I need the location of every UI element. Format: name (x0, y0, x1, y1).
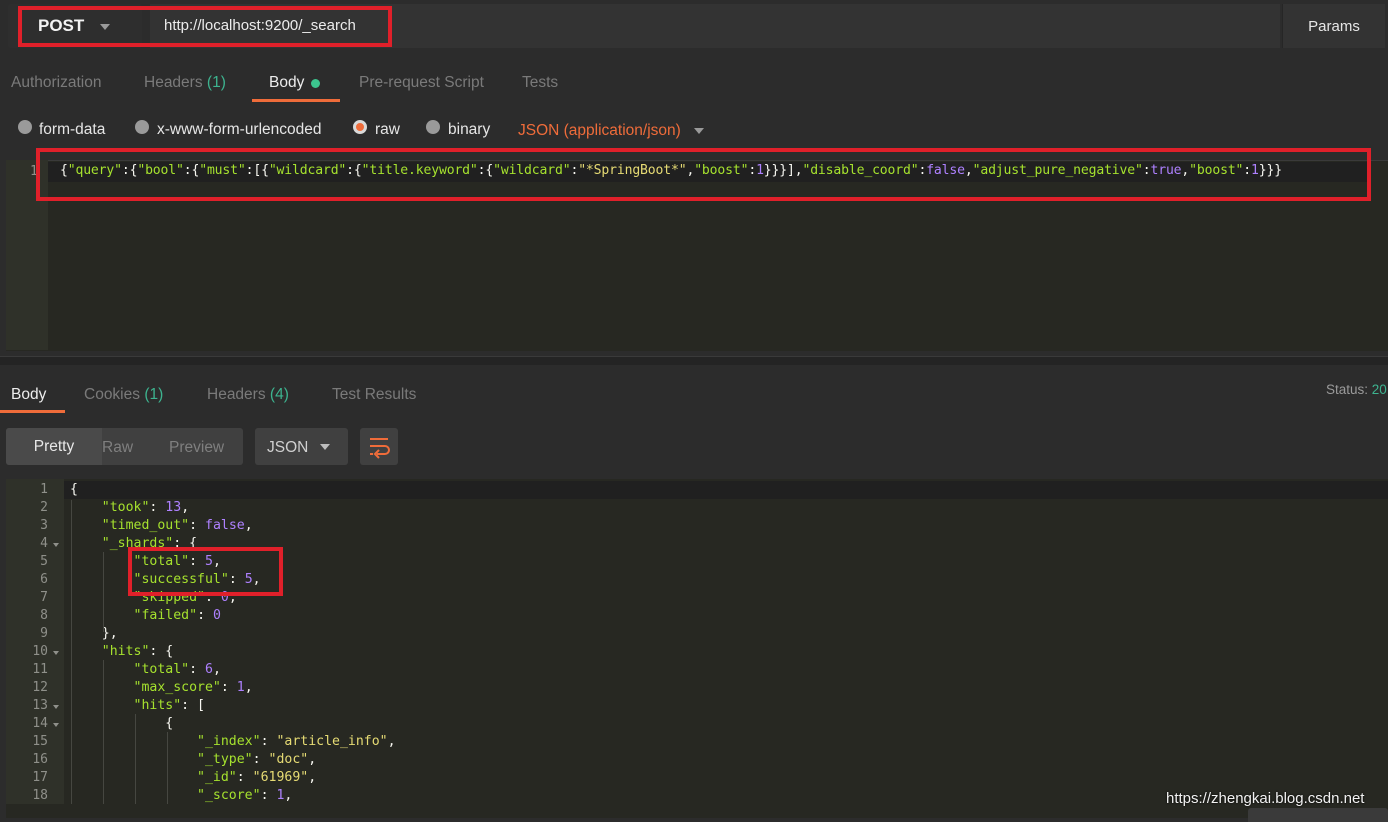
wrap-lines-button[interactable] (360, 428, 398, 465)
radio-label-raw: raw (375, 121, 400, 138)
line-number: 4 (40, 536, 48, 551)
line-number: 16 (32, 752, 48, 767)
line-number: 12 (32, 680, 48, 695)
view-preview-button[interactable]: Preview (169, 439, 224, 457)
response-tab-cookies[interactable]: Cookies (1) (84, 386, 163, 404)
tab-label: Test Results (332, 386, 417, 403)
line-number: 17 (32, 770, 48, 785)
code-line: "hits": { (101, 644, 174, 659)
code-line: "_id": "61969", (197, 770, 317, 785)
tab-headers[interactable]: Headers (1) (144, 74, 226, 92)
radio-label-binary: binary (448, 121, 491, 138)
tab-tests[interactable]: Tests (522, 74, 558, 92)
line-number: 3 (40, 518, 48, 533)
tab-authorization[interactable]: Authorization (11, 74, 101, 92)
fold-toggle-icon[interactable] (53, 705, 59, 709)
line-number: 11 (32, 662, 48, 677)
status-indicator: Status: 20 (1326, 382, 1387, 397)
code-line: "hits": [ (133, 698, 205, 713)
code-line: { (70, 482, 78, 497)
body-indicator-dot-icon (311, 79, 320, 88)
tab-label: Body (11, 386, 47, 403)
radio-binary[interactable] (426, 120, 440, 134)
indent-guide (103, 552, 104, 632)
format-label: JSON (267, 439, 309, 456)
response-tab-headers[interactable]: Headers (4) (207, 386, 289, 404)
line-number: 15 (32, 734, 48, 749)
radio-raw[interactable] (353, 120, 367, 134)
tab-label: Headers (144, 74, 203, 91)
line-number: 18 (32, 788, 48, 803)
line-number: 2 (40, 500, 48, 515)
status-value: 20 (1371, 382, 1387, 397)
tab-label: Pre-request Script (359, 74, 484, 91)
line-number: 7 (40, 590, 48, 605)
status-label: Status: (1326, 382, 1369, 397)
view-raw-button[interactable]: Raw (102, 439, 133, 457)
line-number: 13 (32, 698, 48, 713)
response-tab-test-results[interactable]: Test Results (332, 386, 416, 404)
watermark: https://zhengkai.blog.csdn.net (1166, 790, 1365, 807)
tab-label: Cookies (84, 386, 140, 403)
code-line: "took": 13, (101, 500, 190, 515)
tab-label: Authorization (11, 74, 102, 91)
active-tab-underline (0, 410, 65, 413)
wrap-lines-icon (370, 438, 390, 459)
tab-pre-request-script[interactable]: Pre-request Script (359, 74, 484, 92)
response-tab-body[interactable]: Body (11, 386, 46, 404)
code-line: "_type": "doc", (197, 752, 317, 767)
tab-label: Body (269, 74, 305, 91)
code-line: "max_score": 1, (133, 680, 253, 695)
active-tab-underline (252, 99, 340, 102)
annotation-box-url (18, 6, 392, 47)
chevron-down-icon[interactable] (694, 128, 704, 134)
line-number: 8 (40, 608, 48, 623)
line-number: 9 (40, 626, 48, 641)
code-line: { (70, 716, 174, 731)
tab-count: (4) (269, 386, 289, 403)
radio-label-form-data: form-data (39, 121, 106, 138)
tab-body[interactable]: Body (269, 74, 304, 92)
radio-urlencoded[interactable] (135, 120, 149, 134)
code-line: "timed_out": false, (101, 518, 253, 533)
indent-guide (103, 660, 104, 804)
annotation-box-shards (128, 547, 283, 596)
line-number: 6 (40, 572, 48, 587)
indent-guide (167, 732, 168, 804)
tab-count: (1) (144, 386, 164, 403)
line-number: 10 (32, 644, 48, 659)
bottom-toolbar-button[interactable] (1248, 808, 1388, 822)
radio-label-urlencoded: x-www-form-urlencoded (157, 121, 322, 138)
active-line-highlight (64, 481, 1388, 499)
code-line: "total": 6, (133, 662, 221, 677)
code-line: "_index": "article_info", (197, 734, 396, 749)
view-pretty-button[interactable]: Pretty (6, 428, 102, 465)
line-number: 1 (40, 482, 48, 497)
tab-label: Headers (207, 386, 266, 403)
line-number: 14 (32, 716, 48, 731)
indent-guide (71, 500, 72, 804)
params-button[interactable]: Params (1282, 4, 1385, 48)
radio-form-data[interactable] (18, 120, 32, 134)
tab-count: (1) (206, 74, 226, 91)
fold-toggle-icon[interactable] (53, 543, 59, 547)
pane-splitter[interactable] (0, 356, 1388, 365)
line-number: 5 (40, 554, 48, 569)
chevron-down-icon[interactable] (320, 444, 330, 450)
tab-label: Tests (522, 74, 559, 91)
code-line: }, (70, 626, 118, 641)
annotation-box-request-body (36, 148, 1371, 201)
indent-guide (135, 714, 136, 804)
fold-toggle-icon[interactable] (53, 651, 59, 655)
content-type-select[interactable]: JSON (application/json) (518, 122, 681, 140)
code-line: "failed": 0 (133, 608, 221, 623)
fold-toggle-icon[interactable] (53, 723, 59, 727)
